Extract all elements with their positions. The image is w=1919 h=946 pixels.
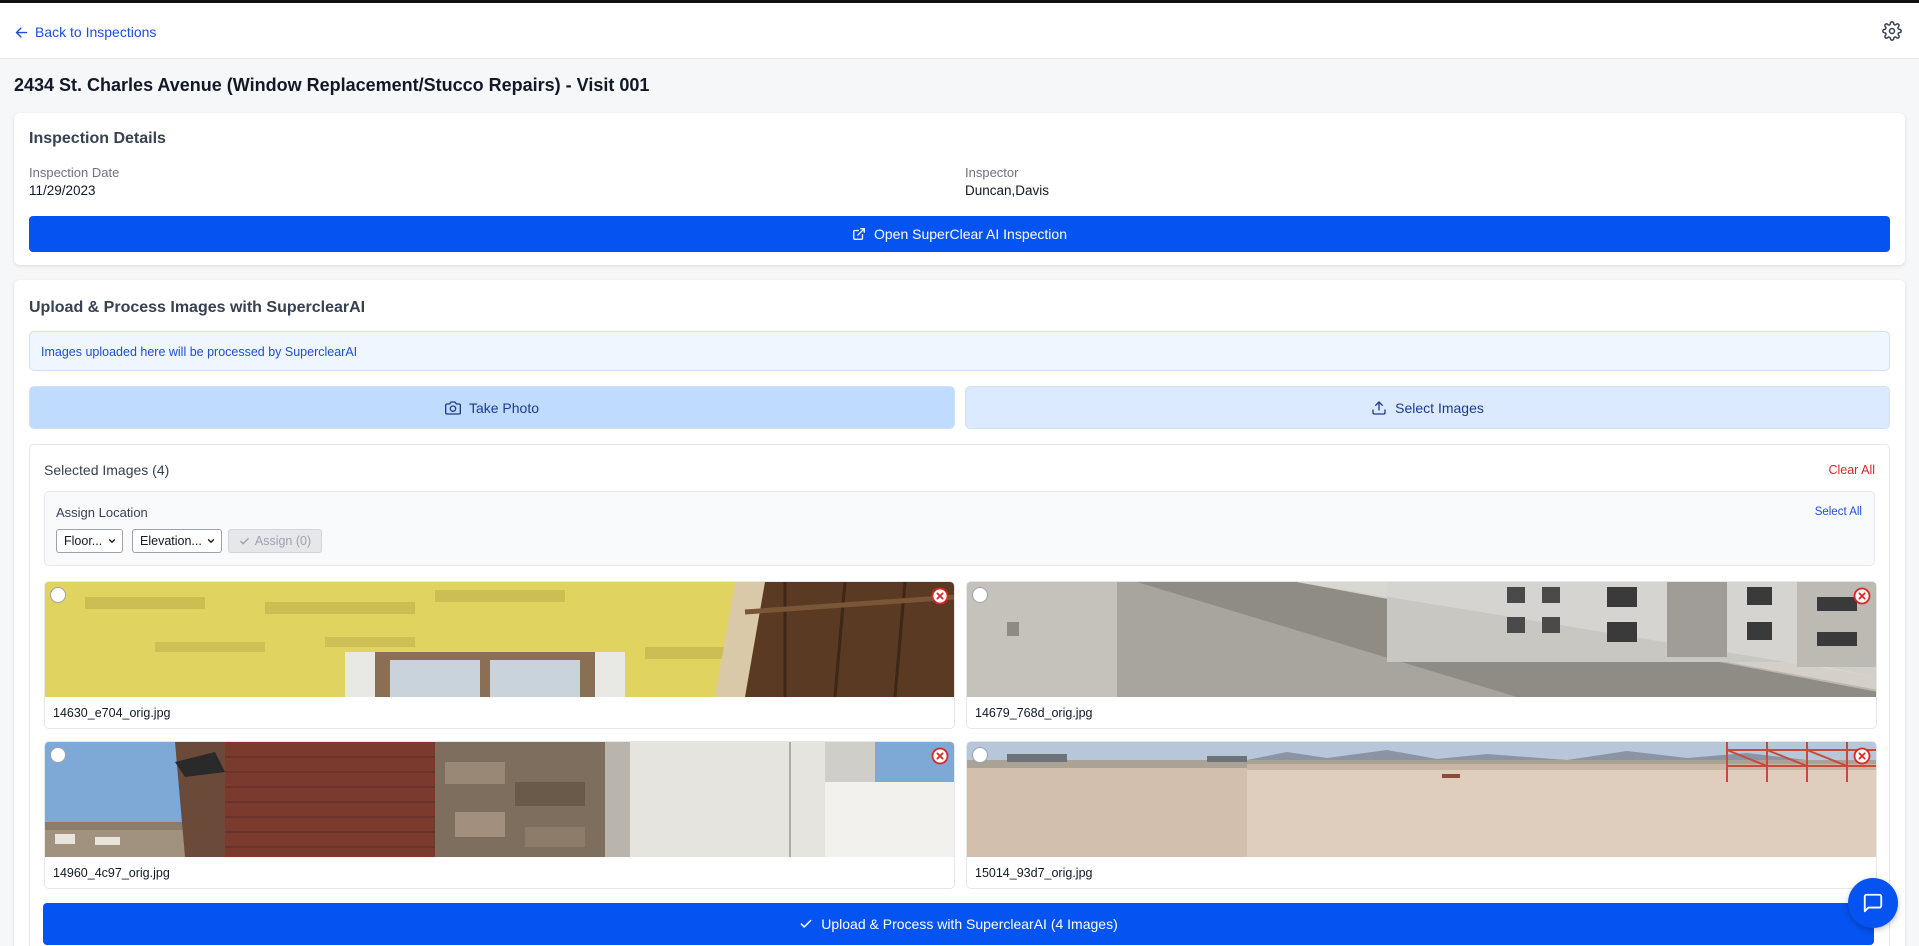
image-filename: 15014_93d7_orig.jpg	[975, 866, 1093, 880]
upload-section-title: Upload & Process Images with SuperclearA…	[29, 299, 366, 316]
assign-location-label: Assign Location	[56, 505, 148, 520]
remove-circle-icon[interactable]	[931, 747, 949, 765]
image-filename: 14630_e704_orig.jpg	[53, 706, 171, 720]
elevation-select[interactable]: Elevation...	[132, 529, 222, 553]
image-thumbnail	[967, 742, 1876, 857]
upload-info-banner: Images uploaded here will be processed b…	[29, 331, 1890, 371]
elevation-select-value: Elevation...	[140, 534, 202, 548]
take-photo-button[interactable]: Take Photo	[29, 386, 955, 429]
image-card[interactable]: 14630_e704_orig.jpg	[44, 581, 955, 729]
take-photo-label: Take Photo	[468, 399, 540, 416]
camera-icon	[444, 400, 461, 415]
gear-icon[interactable]	[1882, 21, 1902, 41]
inspector-label: Inspector	[965, 165, 1019, 180]
page-title: 2434 St. Charles Avenue (Window Replacem…	[14, 75, 650, 95]
inspection-date-value: 11/29/2023	[29, 183, 96, 198]
image-card[interactable]: 14679_768d_orig.jpg	[966, 581, 1877, 729]
image-select-radio[interactable]	[50, 587, 66, 603]
back-to-inspections-link[interactable]: Back to Inspections	[14, 22, 156, 42]
inspection-date-label: Inspection Date	[29, 165, 120, 180]
selected-images-title: Selected Images (4)	[44, 462, 170, 478]
open-superclear-inspection-button[interactable]: Open SuperClear AI Inspection	[29, 216, 1890, 252]
open-inspection-label: Open SuperClear AI Inspection	[873, 226, 1067, 242]
remove-circle-icon[interactable]	[1853, 587, 1871, 605]
image-select-radio[interactable]	[972, 587, 988, 603]
floor-select[interactable]: Floor...	[56, 529, 123, 553]
external-link-icon	[853, 228, 865, 240]
clear-all-button[interactable]: Clear All	[1828, 463, 1875, 477]
inspection-details-title: Inspection Details	[29, 130, 166, 147]
inspector-value: Duncan,Davis	[965, 183, 1050, 198]
image-card[interactable]: 15014_93d7_orig.jpg	[966, 741, 1877, 889]
assign-location-box: Assign Location Select All Floor... Elev…	[44, 491, 1875, 566]
select-images-label: Select Images	[1395, 399, 1484, 416]
back-link-label: Back to Inspections	[35, 24, 157, 40]
select-images-button[interactable]: Select Images	[965, 386, 1890, 429]
chevron-down-icon	[207, 539, 215, 543]
image-select-radio[interactable]	[972, 747, 988, 763]
arrow-left-icon	[15, 26, 28, 38]
image-thumbnail	[45, 742, 954, 857]
image-card[interactable]: 14960_4c97_orig.jpg	[44, 741, 955, 889]
image-filename: 14679_768d_orig.jpg	[975, 706, 1093, 720]
image-select-radio[interactable]	[50, 747, 66, 763]
upload-process-card: Upload & Process Images with SuperclearA…	[14, 280, 1905, 946]
remove-circle-icon[interactable]	[931, 587, 949, 605]
chat-button[interactable]	[1848, 878, 1898, 928]
check-icon	[240, 537, 249, 544]
assign-button[interactable]: Assign (0)	[228, 529, 322, 553]
assign-button-label: Assign (0)	[254, 534, 312, 548]
upload-icon	[1372, 400, 1386, 415]
top-nav-bar: Back to Inspections	[0, 3, 1919, 59]
selected-images-panel: Selected Images (4) Clear All Assign Loc…	[29, 444, 1890, 946]
upload-process-label: Upload & Process with SuperclearAI (4 Im…	[821, 916, 1118, 932]
floor-select-value: Floor...	[64, 534, 103, 548]
image-filename: 14960_4c97_orig.jpg	[53, 866, 170, 880]
image-thumbnail	[967, 582, 1876, 697]
select-all-button[interactable]: Select All	[1815, 506, 1862, 518]
chevron-down-icon	[108, 539, 116, 543]
image-thumbnail	[45, 582, 954, 697]
chat-bubble-icon	[1863, 893, 1883, 913]
inspection-details-card: Inspection Details Inspection Date 11/29…	[14, 113, 1905, 265]
remove-circle-icon[interactable]	[1853, 747, 1871, 765]
check-icon	[800, 919, 812, 928]
upload-process-button[interactable]: Upload & Process with SuperclearAI (4 Im…	[43, 903, 1874, 945]
